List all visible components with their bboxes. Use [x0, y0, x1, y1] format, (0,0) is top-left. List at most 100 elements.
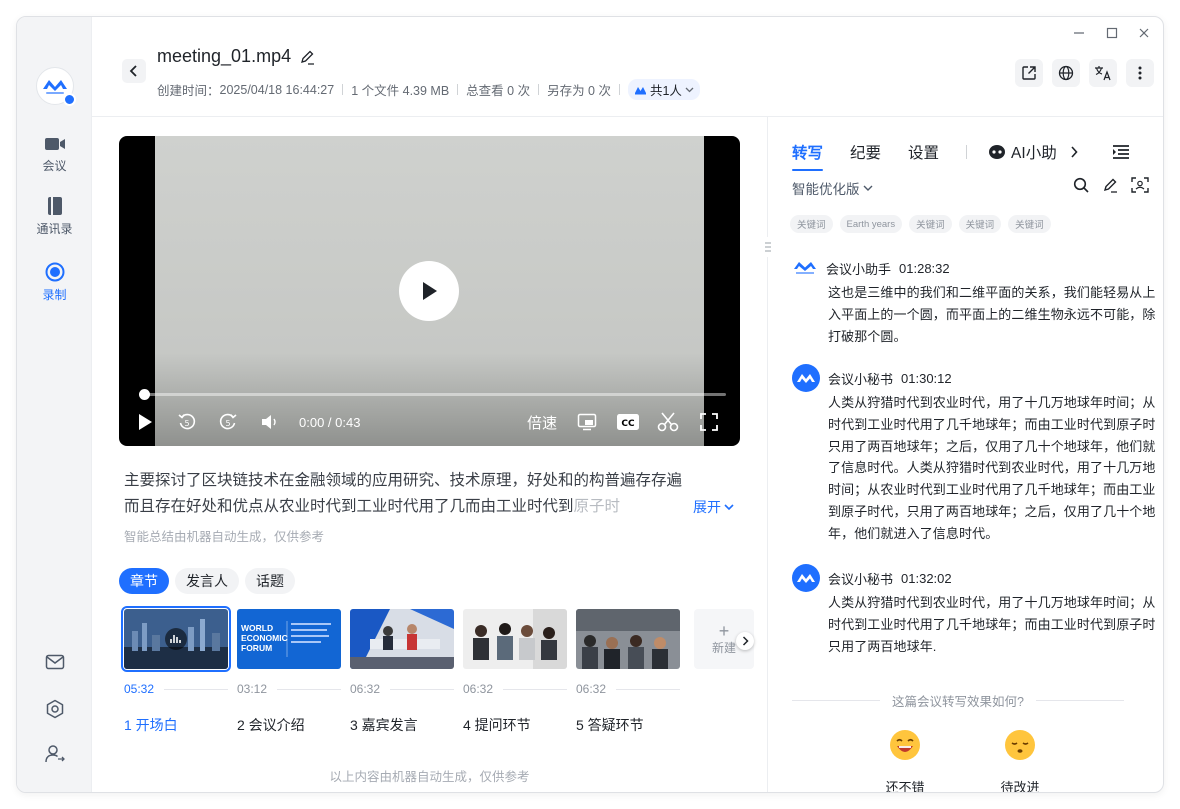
edit-pencil-icon[interactable] — [299, 49, 315, 65]
file-count: 1 个文件 4.39 MB — [351, 84, 450, 98]
created-label: 创建时间： — [157, 84, 220, 98]
app-window: 会议 通讯录 录制 meeting_01.mp4 创建时间： 2025/04/1… — [16, 16, 1164, 793]
nav-mail[interactable] — [17, 654, 92, 670]
globe-icon — [1058, 65, 1074, 81]
keyword-chip[interactable]: 关键词 — [1008, 215, 1051, 233]
keyword-chip[interactable]: Earth years — [839, 215, 903, 233]
back-button[interactable] — [122, 59, 146, 83]
feedback-good-button[interactable]: 还不错 — [875, 729, 935, 793]
feedback-divider: 这篇会议转写效果如何? — [792, 691, 1125, 710]
outline-list-icon[interactable] — [1112, 144, 1130, 160]
transcript-text: 人类从狩猎时代到农业时代，用了十几万地球年时间；从时代到工业时代用了几千地球年；… — [828, 395, 1156, 541]
transcript-text: 人类从狩猎时代到农业时代，用了十几万地球年时间；从时代到工业时代用了几千地球年；… — [828, 595, 1156, 654]
tab-settings[interactable]: 设置 — [908, 139, 939, 165]
user-switch-icon — [44, 745, 65, 763]
keyword-chip[interactable]: 关键词 — [790, 215, 833, 233]
panel-tabs: 转写 纪要 设置 AI小助 — [792, 139, 1130, 171]
app-logo-avatar[interactable] — [36, 67, 76, 106]
video-player[interactable]: 5 5 0:00 / 0:43 倍速 CC — [119, 136, 740, 446]
minimize-button[interactable] — [1068, 22, 1090, 44]
panel-tools — [1073, 177, 1149, 193]
keyword-chip[interactable]: 关键词 — [909, 215, 952, 233]
chapter-time: 05:32 — [124, 682, 155, 696]
feedback-bad-label: 待改进 — [1000, 780, 1040, 793]
tab-minutes[interactable]: 纪要 — [850, 139, 881, 165]
chapter-item[interactable]: 06:32 3 嘉宾发言 — [350, 609, 454, 733]
chapter-thumbnail — [576, 609, 680, 669]
chapter-thumbnail: WORLD ECONOMIC FORUM — [237, 609, 341, 669]
speaker-avatar — [792, 364, 820, 392]
side-nav: 会议 通讯录 录制 — [17, 17, 92, 792]
laughing-emoji-icon — [890, 730, 920, 760]
edit-pencil-icon[interactable] — [1102, 177, 1118, 193]
forward-icon: 5 — [219, 413, 237, 430]
version-dropdown[interactable]: 智能优化版 — [792, 178, 873, 198]
version-label: 智能优化版 — [792, 182, 860, 197]
chapter-item[interactable]: 05:32 1 开场白 — [121, 606, 231, 733]
nav-item-meeting[interactable]: 会议 — [17, 135, 92, 174]
fullscreen-button[interactable] — [700, 410, 718, 434]
chapter-time: 03:12 — [237, 682, 268, 696]
new-chapter-label: 新建 — [711, 640, 736, 655]
summary-line-1: 主要探讨了区块链技术在金融领域的应用研究、技术原理，好处和的构普遍存存遍 — [124, 472, 683, 489]
share-dropdown[interactable]: 共1人 — [627, 79, 700, 100]
chapter-item[interactable]: 06:32 4 提问环节 — [463, 609, 567, 733]
feedback-bad-button[interactable]: 待改进 — [990, 729, 1050, 793]
filter-tabs: 章节 发言人 话题 — [119, 568, 295, 594]
transcript-panel: 转写 纪要 设置 AI小助 智能优化版 关键词 Earth years 关键词 … — [768, 117, 1163, 792]
ai-summary: 主要探讨了区块链技术在金融领域的应用研究、技术原理，好处和的构普遍存存遍 而且存… — [124, 468, 739, 520]
filter-topics[interactable]: 话题 — [245, 568, 295, 594]
nav-user-switch[interactable] — [17, 744, 92, 764]
chapter-scroll-right[interactable] — [736, 632, 754, 650]
chapter-title: 1 开场白 — [124, 717, 178, 733]
svg-text:5: 5 — [184, 419, 189, 428]
language-button[interactable] — [1052, 59, 1080, 87]
play-button[interactable] — [399, 261, 459, 321]
speed-button[interactable]: 倍速 — [527, 410, 557, 434]
nav-item-label: 会议 — [42, 159, 67, 173]
summary-line-2: 而且存在好处和优点从农业时代到工业时代用了几而由工业时代到 — [124, 498, 574, 515]
play-icon — [139, 414, 152, 430]
logo-badge — [63, 93, 76, 106]
pip-button[interactable] — [577, 410, 597, 434]
tab-ai-assistant[interactable]: AI小助 — [988, 139, 1078, 165]
chapter-title: 5 答疑环节 — [576, 717, 644, 733]
speaker-time: 01:32:02 — [901, 570, 952, 586]
keyword-list: 关键词 Earth years 关键词 关键词 关键词 — [790, 215, 1051, 233]
chapter-item[interactable]: 06:32 5 答疑环节 — [576, 609, 680, 733]
filter-chapters[interactable]: 章节 — [119, 568, 169, 594]
keyword-chip[interactable]: 关键词 — [958, 215, 1002, 233]
play-small-button[interactable] — [137, 410, 153, 434]
open-external-button[interactable] — [1015, 59, 1043, 87]
plus-icon: + — [718, 620, 730, 641]
expand-summary-button[interactable]: 展开 — [693, 497, 734, 517]
rewind-5-button[interactable]: 5 — [177, 410, 197, 434]
volume-button[interactable] — [261, 410, 283, 434]
nav-settings[interactable] — [17, 699, 92, 719]
contacts-book-icon — [47, 197, 62, 215]
progress-bar[interactable] — [139, 389, 726, 400]
clip-button[interactable] — [657, 410, 679, 434]
tab-transcript[interactable]: 转写 — [792, 139, 824, 171]
scan-text-icon[interactable] — [1131, 177, 1149, 193]
maximize-button[interactable] — [1101, 22, 1123, 44]
nav-item-record[interactable]: 录制 — [17, 262, 92, 303]
filter-speakers[interactable]: 发言人 — [175, 568, 239, 594]
chevron-right-icon — [1071, 146, 1078, 158]
nav-item-contacts[interactable]: 通讯录 — [17, 196, 92, 237]
summary-disclaimer: 智能总结由机器自动生成，仅供参考 — [124, 530, 325, 544]
translate-button[interactable] — [1089, 59, 1117, 87]
chapter-item[interactable]: WORLD ECONOMIC FORUM 03:12 2 会议介绍 — [237, 609, 341, 733]
open-external-icon — [1022, 66, 1036, 80]
progress-handle[interactable] — [139, 389, 150, 400]
forward-5-button[interactable]: 5 — [218, 410, 238, 434]
more-button[interactable] — [1126, 59, 1154, 87]
captions-button[interactable]: CC — [616, 410, 640, 434]
close-button[interactable] — [1133, 22, 1155, 44]
share-people-icon — [634, 87, 646, 95]
speaker-name: 会议小秘书 — [828, 571, 894, 587]
save-count: 另存为 0 次 — [547, 84, 611, 98]
video-camera-icon — [44, 138, 65, 150]
feedback-good-label: 还不错 — [885, 780, 925, 793]
search-icon[interactable] — [1073, 177, 1089, 193]
